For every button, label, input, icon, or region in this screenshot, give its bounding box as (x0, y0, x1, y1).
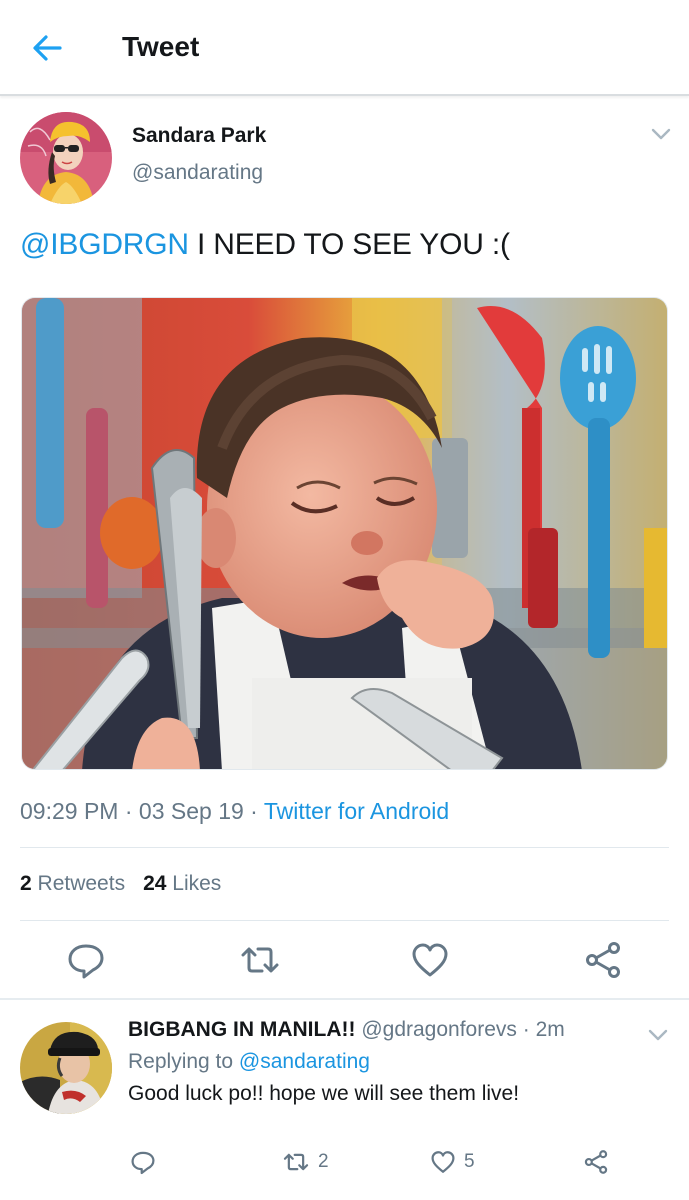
reply-retweet-button[interactable]: 2 (282, 1148, 329, 1176)
chevron-down-icon[interactable] (646, 1026, 670, 1044)
replying-to-mention[interactable]: @sandarating (239, 1050, 370, 1073)
retweet-icon (283, 1153, 309, 1171)
tweet-meta: 09:29 PM · 03 Sep 19 · Twitter for Andro… (20, 798, 450, 824)
app-header: Tweet (0, 0, 689, 96)
likes-stat[interactable]: 24 Likes (143, 872, 221, 895)
chevron-down-icon[interactable] (648, 124, 674, 144)
divider (20, 847, 669, 848)
reply-author-name[interactable]: BIGBANG IN MANILA!! (128, 1018, 355, 1041)
retweets-stat[interactable]: 2 Retweets (20, 872, 125, 895)
reply-author-handle[interactable]: @gdragonforevs (361, 1018, 517, 1041)
tweet-stats: 2 Retweets 24 Likes (20, 872, 221, 896)
retweet-count: 2 (20, 872, 32, 895)
retweet-icon[interactable] (240, 940, 280, 980)
tweet-source-link[interactable]: Twitter for Android (264, 798, 449, 824)
mention-link[interactable]: @IBGDRGN (20, 228, 189, 261)
author-name[interactable]: Sandara Park (132, 124, 266, 148)
author-avatar[interactable] (20, 112, 112, 204)
share-icon[interactable] (583, 940, 623, 980)
author-handle[interactable]: @sandarating (132, 161, 263, 185)
reply-like-button[interactable]: 5 (430, 1148, 475, 1176)
divider (20, 920, 669, 921)
reply-text: Good luck po!! hope we will see them liv… (128, 1082, 520, 1105)
reply-like-count: 5 (464, 1151, 475, 1172)
reply-tweet[interactable]: BIGBANG IN MANILA!! @gdragonforevs · 2m … (0, 1000, 689, 1200)
reply-reply-button[interactable] (130, 1148, 156, 1176)
reply-time: 2m (535, 1018, 565, 1041)
tweet-media-image[interactable] (21, 297, 668, 770)
back-arrow-icon[interactable] (30, 30, 66, 66)
tweet-time: 09:29 PM (20, 798, 119, 824)
reply-header: BIGBANG IN MANILA!! @gdragonforevs · 2m (128, 1018, 565, 1041)
reply-share-button[interactable] (583, 1148, 609, 1176)
reply-author-avatar[interactable] (20, 1022, 112, 1114)
share-icon (584, 1150, 608, 1174)
like-heart-icon (431, 1151, 455, 1173)
reply-retweet-count: 2 (318, 1151, 329, 1172)
like-count: 24 (143, 872, 167, 895)
replying-to-line: Replying to @sandarating (128, 1050, 370, 1074)
reply-icon[interactable] (66, 940, 106, 980)
replying-prefix: Replying to (128, 1050, 234, 1073)
reply-icon (131, 1151, 155, 1175)
retweet-label: Retweets (37, 872, 126, 895)
like-label: Likes (172, 872, 222, 895)
page-title: Tweet (122, 31, 200, 62)
tweet-date: 03 Sep 19 (138, 798, 244, 824)
like-heart-icon[interactable] (410, 940, 450, 980)
tweet-text: @IBGDRGN I NEED TO SEE YOU :( (20, 228, 510, 262)
tweet-body: I NEED TO SEE YOU :( (188, 228, 510, 261)
